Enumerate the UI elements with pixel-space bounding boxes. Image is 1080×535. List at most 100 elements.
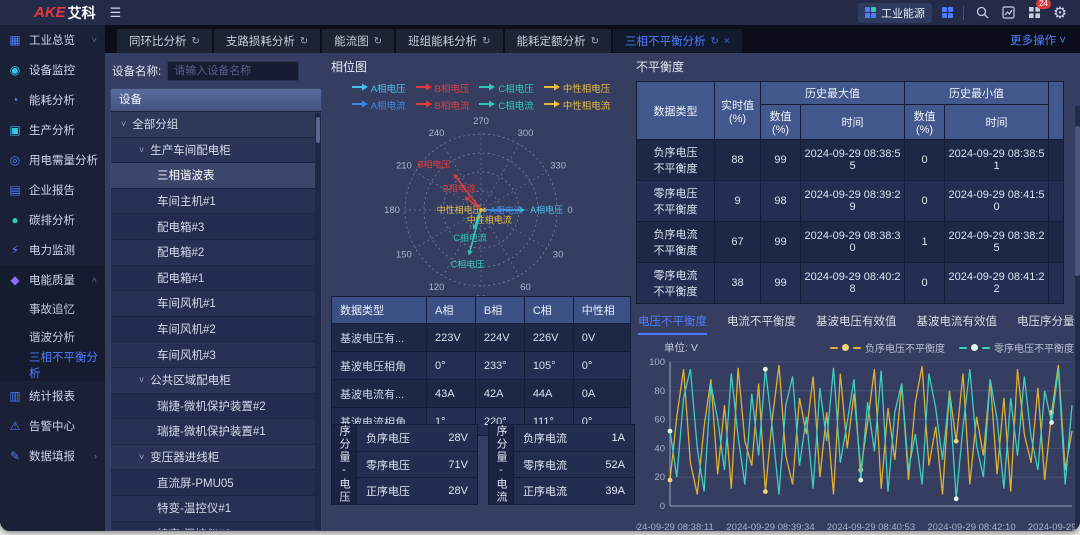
sidebar-item-统计报表[interactable]: ▥统计报表 — [0, 381, 105, 411]
sidebar-item-label: 告警中心 — [29, 418, 75, 434]
chevron-down-icon[interactable]: ˅ — [139, 452, 144, 462]
type-line1: 零序电压 — [654, 188, 698, 200]
sidebar-item-能耗分析[interactable]: ◔能耗分析 — [0, 85, 105, 115]
tree-group[interactable]: ˅变压器进线柜 — [111, 445, 321, 471]
tree-scrollbar-thumb[interactable] — [316, 117, 320, 143]
sidebar-item-工业总览[interactable]: ▦工业总览˅ — [0, 25, 105, 55]
tree-scrollbar[interactable] — [315, 113, 321, 530]
tree-group[interactable]: ˅公共区域配电柜 — [111, 368, 321, 394]
settings-gear-icon[interactable]: ⚙ — [1052, 5, 1068, 21]
chart-tab-基波电压有效值[interactable]: 基波电压有效值 — [816, 313, 897, 335]
tree-item[interactable]: 特变-温控仪#1 — [111, 496, 321, 522]
sidebar-item-告警中心[interactable]: ⚠告警中心 — [0, 411, 105, 441]
page-scrollbar-thumb[interactable] — [1075, 126, 1080, 276]
tree-item[interactable]: 特变-温控仪#2 — [111, 522, 321, 532]
sidebar-item-设备监控[interactable]: ◉设备监控 — [0, 55, 105, 85]
app-logo: AKE 艾科 — [34, 3, 96, 23]
notifications-icon[interactable]: 24 — [1026, 5, 1042, 21]
col-min-value: 数值(%) — [905, 105, 945, 140]
max-time: 2024-09-29 08:39:29 — [801, 181, 905, 222]
refresh-icon[interactable]: ↻ — [300, 36, 308, 47]
refresh-icon[interactable]: ↻ — [192, 36, 200, 47]
tab-同环比分析[interactable]: 同环比分析↻ — [117, 29, 212, 53]
refresh-icon[interactable]: ↻ — [482, 36, 490, 47]
sidebar-subitem-三相不平衡分析[interactable]: 三相不平衡分析 — [0, 351, 105, 379]
phase-col-中性相: 中性相 — [573, 297, 630, 324]
refresh-icon[interactable]: ↻ — [591, 36, 599, 47]
sidebar-item-电力监测[interactable]: ⚡电力监测 — [0, 235, 105, 265]
sidebar-item-碳排分析[interactable]: ●碳排分析 — [0, 205, 105, 235]
sidebar-subitem-谐波分析[interactable]: 谐波分析 — [0, 323, 105, 351]
seq-current-row: 零序电流52A — [514, 452, 634, 479]
chart-tab-电压序分量[interactable]: 电压序分量 — [1017, 313, 1075, 335]
workspace-switcher[interactable]: 工业能源 — [858, 3, 932, 23]
sidebar-item-数据填报[interactable]: ✎数据填报› — [0, 441, 105, 471]
close-icon[interactable]: × — [724, 36, 730, 47]
tab-能耗定额分析[interactable]: 能耗定额分析 ↻ — [505, 29, 611, 53]
realtime-value: 88 — [715, 140, 761, 181]
chart-legend-负序电压不平衡度[interactable]: 负序电压不平衡度 — [830, 340, 945, 355]
device-search-input[interactable] — [167, 61, 299, 81]
refresh-icon[interactable]: ↻ — [374, 36, 382, 47]
seq-current-value: 52A — [605, 459, 625, 471]
page-scrollbar[interactable] — [1075, 106, 1080, 531]
sequence-current-label: 序分量-电流 — [489, 425, 514, 504]
chevron-down-icon[interactable]: ˅ — [139, 145, 144, 155]
chevron-down-icon[interactable]: ˅ — [121, 119, 126, 129]
hamburger-menu-icon[interactable]: ☰ — [110, 5, 122, 21]
production-icon: ▣ — [8, 123, 22, 137]
unbalance-type: 负序电压不平衡度 — [637, 140, 715, 181]
chevron-down-icon[interactable]: ˅ — [139, 375, 144, 385]
search-icon[interactable] — [974, 5, 990, 21]
sidebar-item-电能质量[interactable]: ◆电能质量˄ — [0, 265, 105, 295]
tab-三相不平衡分析[interactable]: 三相不平衡分析↻× — [613, 29, 742, 53]
sidebar-item-label: 用电需量分析 — [29, 152, 98, 168]
refresh-icon[interactable]: ↻ — [710, 36, 718, 47]
tree-group[interactable]: ˅生产车间配电柜 — [111, 138, 321, 164]
tab-支路损耗分析[interactable]: 支路损耗分析↻ — [214, 29, 320, 53]
sidebar-subitem-事故追忆[interactable]: 事故追忆 — [0, 295, 105, 323]
tree-item[interactable]: 三相谐波表 — [111, 163, 321, 189]
tree-item[interactable]: 直流屏-PMU05 — [111, 470, 321, 496]
tree-header: 设备 — [111, 89, 321, 112]
tree-item[interactable]: 车间主机#1 — [111, 189, 321, 215]
type-line2: 不平衡度 — [654, 204, 698, 216]
legend-arrow-icon — [479, 83, 495, 94]
tree-item[interactable]: 配电箱#1 — [111, 266, 321, 292]
sequence-voltage-table: 序分量-电压 负序电压28V零序电压71V正序电压28V — [331, 424, 478, 505]
chart-legend-零序电压不平衡度[interactable]: 零序电压不平衡度 — [959, 340, 1074, 355]
tab-班组能耗分析[interactable]: 班组能耗分析↻ — [396, 29, 502, 53]
apps-grid-icon[interactable] — [942, 7, 953, 18]
tree-item[interactable]: 车间风机#3 — [111, 342, 321, 368]
tab-label: 能耗定额分析 — [517, 33, 586, 49]
legend-dot-icon — [842, 344, 849, 351]
tree-item[interactable]: 车间风机#1 — [111, 291, 321, 317]
more-actions-button[interactable]: 更多操作 ˅ — [1010, 32, 1066, 48]
svg-text:240: 240 — [429, 128, 445, 139]
chart-tab-电流不平衡度[interactable]: 电流不平衡度 — [727, 313, 796, 335]
seq-current-row: 负序电流1A — [514, 425, 634, 452]
min-value: 0 — [905, 181, 945, 222]
report-chart-icon[interactable] — [1000, 5, 1016, 21]
tree-item-label: 特变-温控仪#1 — [157, 500, 231, 516]
chart-tab-电压不平衡度[interactable]: 电压不平衡度 — [638, 313, 707, 335]
tree-item[interactable]: 配电箱#3 — [111, 214, 321, 240]
x-tick-label: 2024-09-29 08:43:28 — [1028, 522, 1080, 531]
type-line2: 不平衡度 — [654, 245, 698, 257]
chart-tab-基波电流有效值[interactable]: 基波电流有效值 — [917, 313, 998, 335]
tree-item[interactable]: 配电箱#2 — [111, 240, 321, 266]
tab-能流图[interactable]: 能流图↻ — [322, 29, 394, 53]
tree-group[interactable]: ˅全部分组 — [111, 112, 321, 138]
sidebar-item-用电需量分析[interactable]: ◎用电需量分析 — [0, 145, 105, 175]
sidebar-item-企业报告[interactable]: ▤企业报告 — [0, 175, 105, 205]
device-name-label: 设备名称: — [112, 63, 161, 79]
phase-cell: 0A — [573, 380, 630, 408]
legend-item-中性相电流: 中性相电流 — [544, 98, 611, 112]
tree-item[interactable]: 车间风机#2 — [111, 317, 321, 343]
sidebar-item-生产分析[interactable]: ▣生产分析 — [0, 115, 105, 145]
unbalance-type: 负序电流不平衡度 — [637, 222, 715, 263]
seq-current-value: 1A — [612, 432, 625, 444]
tree-item[interactable]: 瑞捷-微机保护装置#1 — [111, 419, 321, 445]
tree-item[interactable]: 瑞捷-微机保护装置#2 — [111, 394, 321, 420]
legend-label: B相电压 — [435, 81, 470, 95]
